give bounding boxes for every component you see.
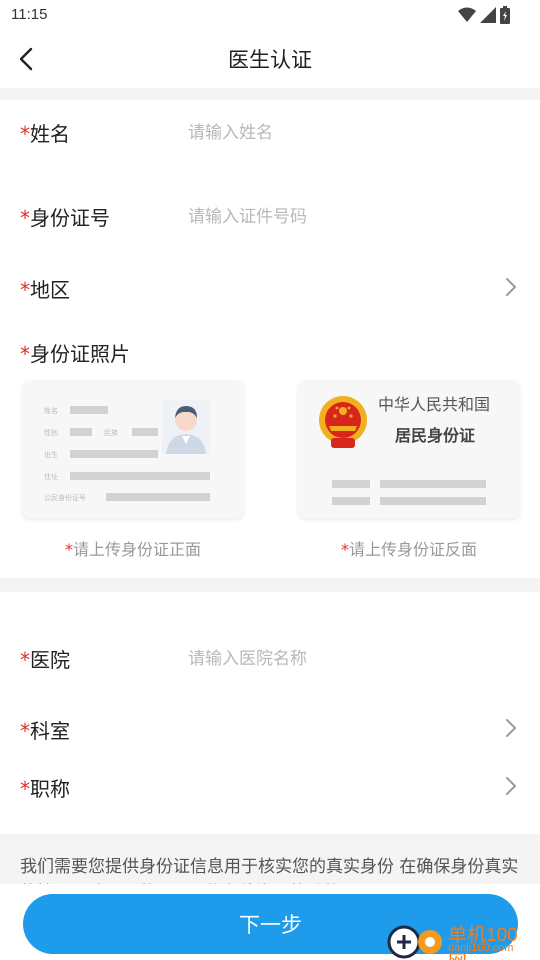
svg-text:出生: 出生	[44, 450, 58, 459]
id-number-row: *身份证号	[0, 190, 540, 240]
name-label: *姓名	[20, 122, 70, 146]
region-label: *地区	[20, 278, 70, 302]
id-front-caption: *请上传身份证正面	[64, 540, 201, 559]
name-input[interactable]	[188, 120, 508, 146]
id-number-input[interactable]	[188, 204, 508, 230]
id-photo-label: *身份证照片	[20, 342, 130, 366]
divider-band	[0, 88, 540, 100]
battery-icon	[500, 6, 510, 24]
svg-text:姓名: 姓名	[44, 406, 58, 415]
hospital-input[interactable]	[188, 646, 508, 672]
svg-text:居民身份证: 居民身份证	[395, 426, 475, 445]
divider-band	[0, 578, 540, 592]
watermark-icon	[387, 925, 442, 959]
watermark-logo: 单机100网 danji100.com	[386, 920, 536, 960]
professional-title-selector[interactable]: *职称	[0, 761, 540, 811]
id-front-upload[interactable]: 姓名 性别 民族 出生 住址 公民身份证号	[22, 380, 244, 518]
svg-text:民族: 民族	[104, 428, 118, 437]
hospital-label: *医院	[20, 648, 70, 672]
id-number-label: *身份证号	[20, 206, 110, 230]
chevron-right-icon	[506, 278, 516, 296]
id-back-caption: *请上传身份证反面	[340, 540, 477, 559]
department-label: *科室	[20, 719, 70, 743]
status-icons	[458, 6, 510, 24]
region-selector[interactable]: *地区	[0, 262, 540, 312]
svg-text:中华人民共和国: 中华人民共和国	[378, 395, 490, 414]
professional-title-label: *职称	[20, 777, 70, 801]
wifi-icon	[458, 7, 476, 22]
nav-bar: 医生认证	[0, 30, 540, 88]
status-bar: 11:15	[0, 0, 540, 30]
id-back-upload[interactable]: 中华人民共和国 居民身份证	[298, 380, 520, 518]
status-time: 11:15	[11, 6, 48, 23]
svg-text:公民身份证号: 公民身份证号	[44, 493, 86, 502]
id-back-illustration: 中华人民共和国 居民身份证	[319, 395, 490, 505]
chevron-right-icon	[506, 719, 516, 737]
name-row: *姓名	[0, 106, 540, 156]
page-title: 医生认证	[228, 48, 312, 72]
id-front-illustration: 姓名 性别 民族 出生 住址 公民身份证号	[44, 400, 210, 502]
hospital-row: *医院	[0, 632, 540, 682]
footer: 下一步 单机100网 danji100.com	[0, 884, 540, 960]
svg-text:住址: 住址	[44, 472, 58, 481]
chevron-right-icon	[506, 777, 516, 795]
signal-icon	[480, 7, 496, 23]
national-emblem-icon	[319, 396, 367, 448]
department-selector[interactable]: *科室	[0, 703, 540, 753]
svg-text:性别: 性别	[44, 428, 58, 437]
